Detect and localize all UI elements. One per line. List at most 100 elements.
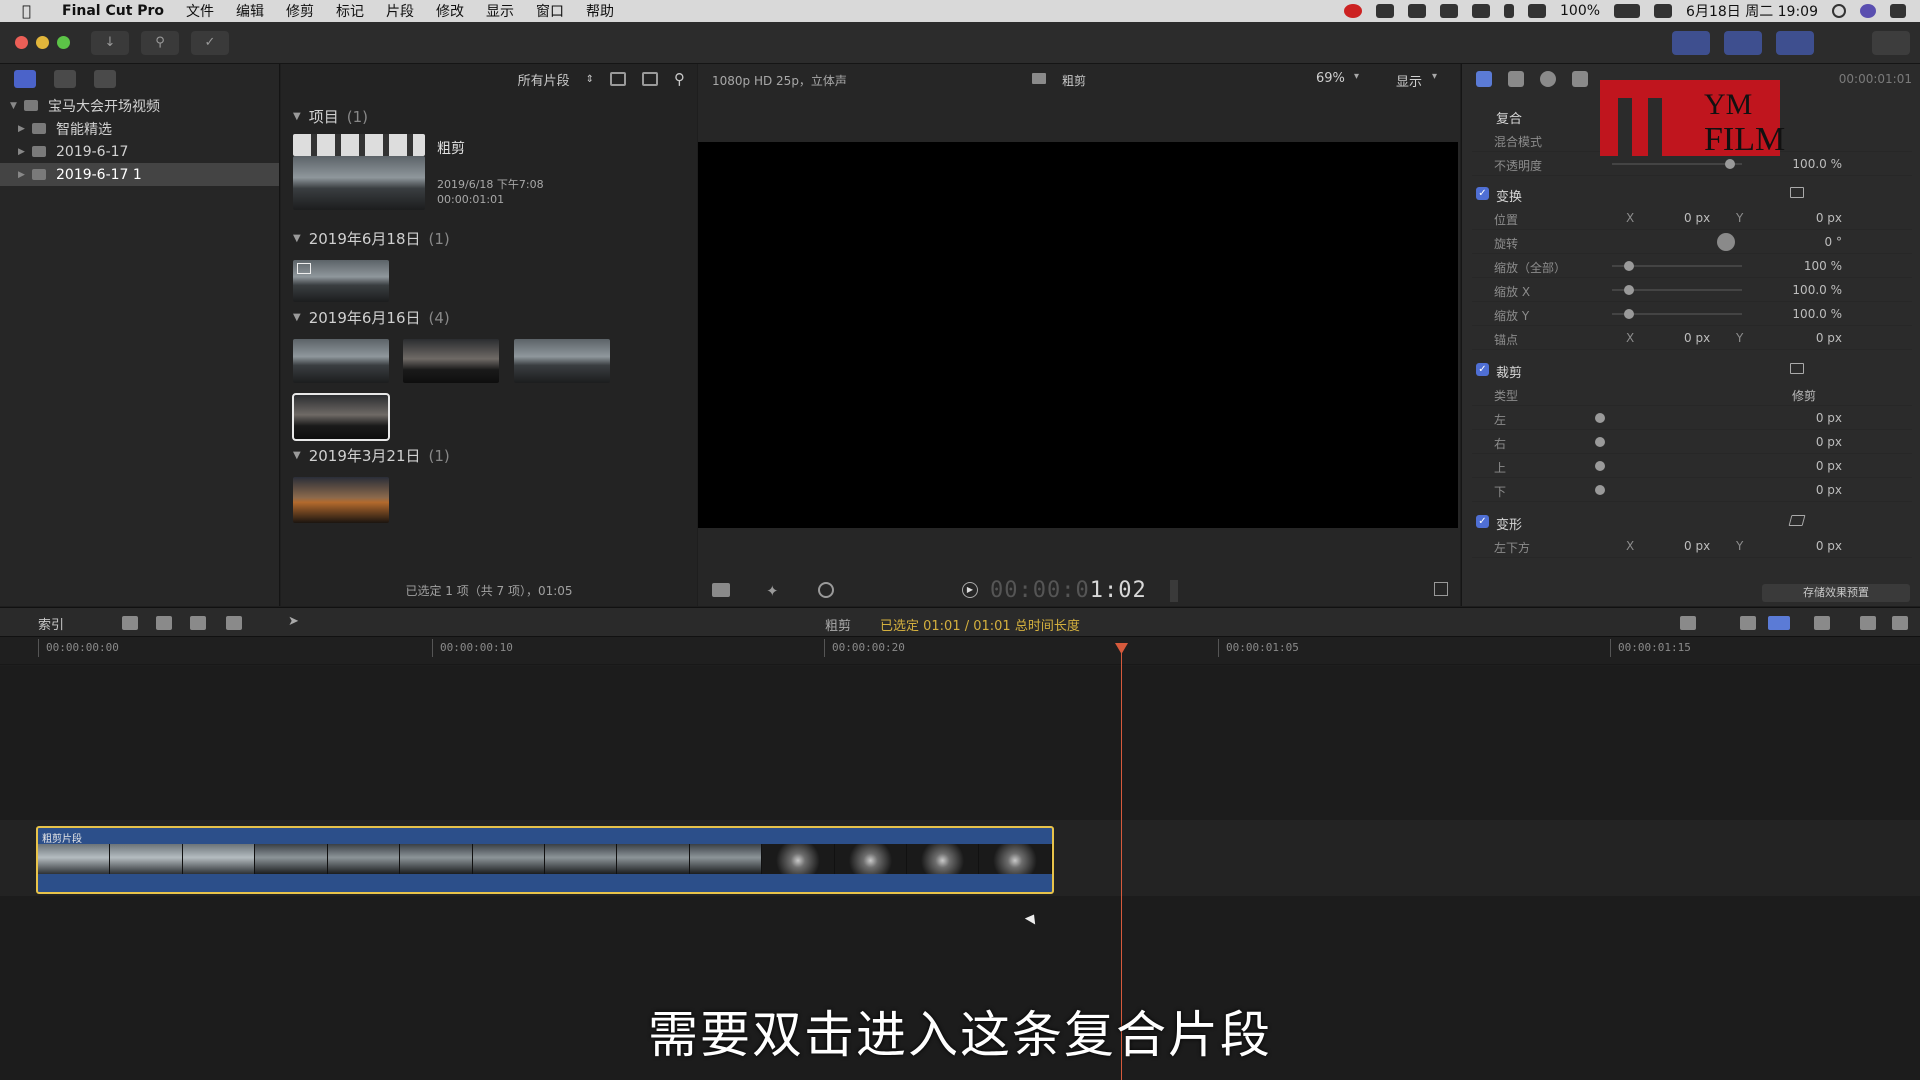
slider-knob[interactable] [1725,159,1735,169]
row-value[interactable]: 100.0 % [1792,307,1842,321]
row-value[interactable]: 0 px [1816,411,1842,425]
transform-onscreen-icon[interactable] [1790,187,1804,198]
zoom-button[interactable] [57,36,70,49]
disclosure-closed-icon[interactable]: ▶ [18,124,32,134]
import-button[interactable]: ↓ [91,31,129,55]
position-y-value[interactable]: 0 px [1816,211,1842,225]
slider-knob[interactable] [1624,309,1634,319]
clock[interactable]: 6月18日 周二 19:09 [1686,1,1818,21]
compound-clip[interactable]: 粗剪片段 [36,826,1054,894]
section-header-date[interactable]: ▼ 2019年3月21日 (1) [293,445,450,466]
anchor-row[interactable]: 锚点 X 0 px Y 0 px [1472,326,1912,350]
connect-clip-icon[interactable] [122,616,138,630]
slider-knob[interactable] [1595,413,1605,423]
video-inspector-icon[interactable] [1476,71,1492,87]
share-button[interactable] [1872,31,1910,55]
creative-cloud-icon[interactable] [1344,4,1362,18]
anchor-y-value[interactable]: 0 px [1816,331,1842,345]
slider-knob[interactable] [1595,437,1605,447]
filter-inspector-icon[interactable] [1508,71,1524,87]
clip-thumbnail[interactable] [293,477,389,523]
clip-thumbnail[interactable] [293,260,389,302]
crop-top-row[interactable]: 上 0 px [1472,454,1912,478]
info-inspector-icon[interactable] [1540,71,1556,87]
disclosure-open-icon[interactable]: ▼ [293,111,301,122]
menu-clip[interactable]: 片段 [386,1,414,21]
project-clapper-icon[interactable] [293,134,425,156]
disclosure-open-icon[interactable]: ▼ [10,101,24,111]
disclosure-open-icon[interactable]: ▼ [293,450,301,461]
clip-thumbnail[interactable] [403,339,499,383]
apple-icon[interactable]:  [22,2,44,20]
scale-all-row[interactable]: 缩放（全部） 100 % [1472,254,1912,278]
disclosure-open-icon[interactable]: ▼ [293,312,301,323]
background-tasks-button[interactable]: ✓ [191,31,229,55]
row-value[interactable]: 0 px [1816,435,1842,449]
section-transform[interactable]: ✓ 变换 [1472,182,1912,206]
show-inspector-button[interactable] [1776,31,1814,55]
section-header-date[interactable]: ▼ 2019年6月18日 (1) [293,228,450,249]
effects-browser-icon[interactable] [1892,616,1908,630]
viewer-canvas[interactable] [698,142,1458,528]
audio-skimming-icon[interactable] [1740,616,1756,630]
row-value[interactable]: 0 ° [1825,235,1842,249]
index-button[interactable]: 索引 [38,614,64,633]
position-x-value[interactable]: 0 px [1684,211,1710,225]
crop-checkbox[interactable]: ✓ [1476,363,1489,376]
solo-icon[interactable] [1768,616,1790,630]
append-clip-icon[interactable] [190,616,206,630]
skimming-icon[interactable] [1680,616,1696,630]
menu-window[interactable]: 窗口 [536,1,564,21]
menu-file[interactable]: 文件 [186,1,214,21]
libraries-icon[interactable] [14,70,36,88]
select-tool-icon[interactable]: ➤ [288,614,299,629]
distort-onscreen-icon[interactable] [1788,515,1806,526]
bottom-left-y-value[interactable]: 0 px [1816,539,1842,553]
menu-modify[interactable]: 修改 [436,1,464,21]
distort-checkbox[interactable]: ✓ [1476,515,1489,528]
menu-edit[interactable]: 编辑 [236,1,264,21]
crop-right-row[interactable]: 右 0 px [1472,430,1912,454]
clip-thumbnail[interactable] [293,339,389,383]
close-button[interactable] [15,36,28,49]
screen-share-icon[interactable] [1472,4,1490,18]
keywords-button[interactable]: ⚲ [141,31,179,55]
project-thumbnail[interactable] [293,156,425,210]
bottom-left-row[interactable]: 左下方 X 0 px Y 0 px [1472,534,1912,558]
sidebar-item-smart-collections[interactable]: ▶ 智能精选 [0,117,279,140]
rotation-row[interactable]: 旋转 0 ° [1472,230,1912,254]
display-dropdown[interactable]: 显示 [1396,71,1422,90]
spotlight-icon[interactable] [1832,4,1846,18]
crop-bottom-row[interactable]: 下 0 px [1472,478,1912,502]
chevron-down-icon[interactable]: ▾ [1432,71,1437,82]
save-effects-preset-button[interactable]: 存储效果预置 [1762,584,1910,602]
scale-x-row[interactable]: 缩放 X 100.0 % [1472,278,1912,302]
list-view-icon[interactable] [610,72,626,86]
transform-checkbox[interactable]: ✓ [1476,187,1489,200]
minimize-button[interactable] [36,36,49,49]
menu-view[interactable]: 显示 [486,1,514,21]
zoom-dropdown[interactable]: 69% [1316,71,1345,86]
insert-clip-icon[interactable] [156,616,172,630]
disclosure-closed-icon[interactable]: ▶ [18,170,32,180]
row-value[interactable]: 0 px [1816,459,1842,473]
bottom-left-x-value[interactable]: 0 px [1684,539,1710,553]
menu-app-name[interactable]: Final Cut Pro [62,3,164,19]
slider-knob[interactable] [1595,461,1605,471]
show-libraries-button[interactable] [1672,31,1710,55]
notification-center-icon[interactable] [1890,4,1906,18]
row-value[interactable]: 100 % [1804,259,1842,273]
crop-type-row[interactable]: 类型 修剪 [1472,382,1912,406]
bird-icon[interactable] [1408,4,1426,18]
disclosure-open-icon[interactable]: ▼ [293,233,301,244]
slider-knob[interactable] [1624,261,1634,271]
filmstrip-view-icon[interactable] [642,72,658,86]
crop-left-row[interactable]: 左 0 px [1472,406,1912,430]
section-crop[interactable]: ✓ 裁剪 [1472,358,1912,382]
library-row[interactable]: ▼ 宝马大会开场视频 [0,94,279,117]
opacity-slider[interactable] [1612,163,1742,165]
battery-icon[interactable] [1614,4,1641,18]
chevron-updown-icon[interactable]: ⇕ [586,74,594,85]
transition-inspector-icon[interactable] [1572,71,1588,87]
timeline-ruler[interactable]: 00:00:00:00 00:00:00:10 00:00:00:20 00:0… [0,637,1920,665]
